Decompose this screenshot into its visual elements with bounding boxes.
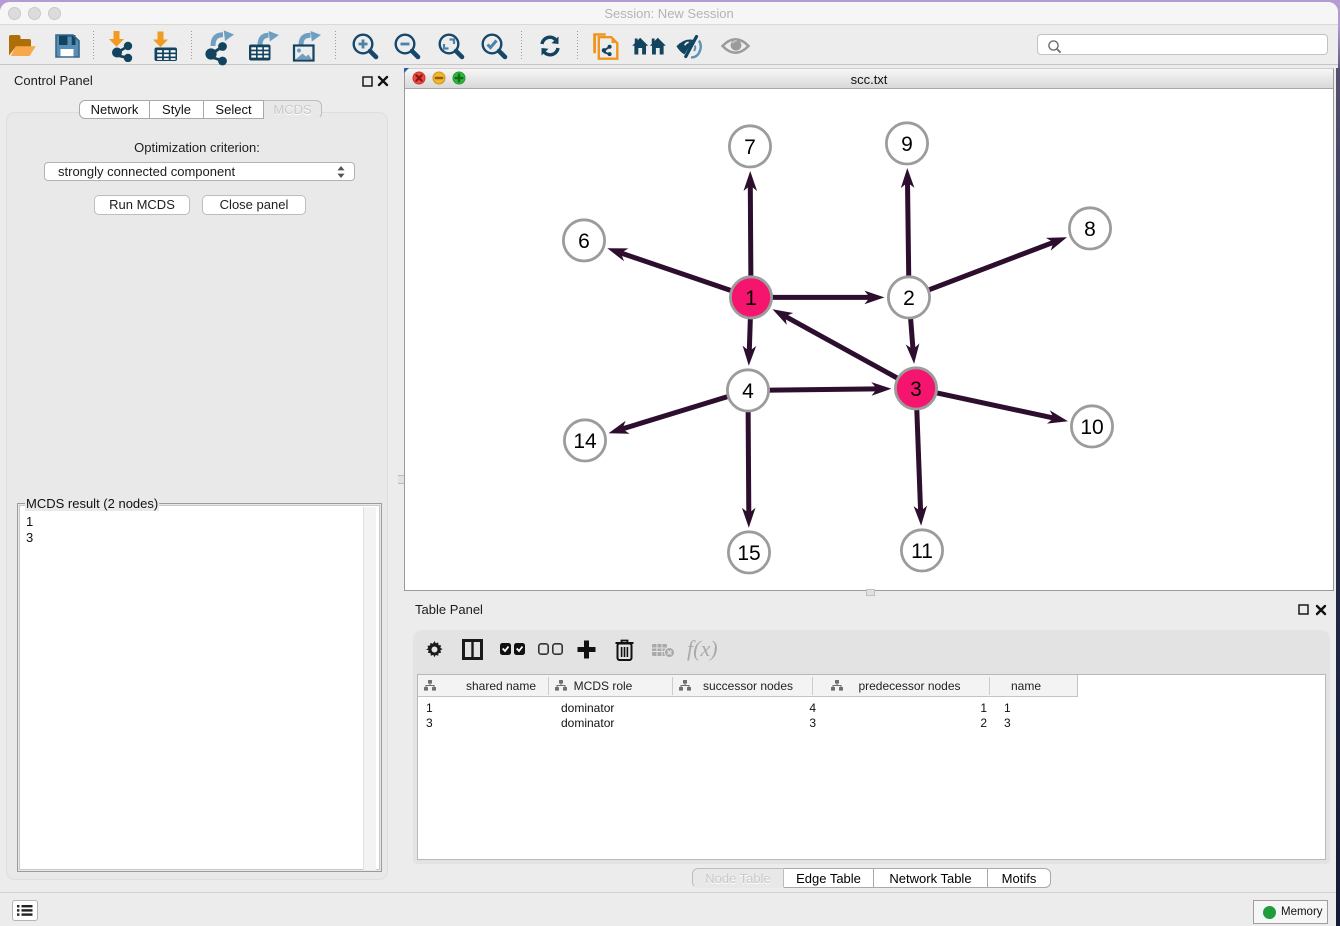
- svg-text:2: 2: [903, 287, 915, 310]
- svg-text:7: 7: [744, 136, 756, 159]
- svg-text:11: 11: [911, 540, 933, 563]
- svg-text:1: 1: [745, 287, 757, 310]
- svg-text:14: 14: [573, 430, 597, 453]
- svg-text:8: 8: [1084, 218, 1096, 241]
- svg-text:10: 10: [1080, 416, 1103, 439]
- svg-text:4: 4: [742, 380, 754, 403]
- svg-text:6: 6: [578, 230, 590, 253]
- svg-text:3: 3: [910, 378, 922, 401]
- svg-text:15: 15: [737, 542, 760, 565]
- svg-text:9: 9: [901, 133, 913, 156]
